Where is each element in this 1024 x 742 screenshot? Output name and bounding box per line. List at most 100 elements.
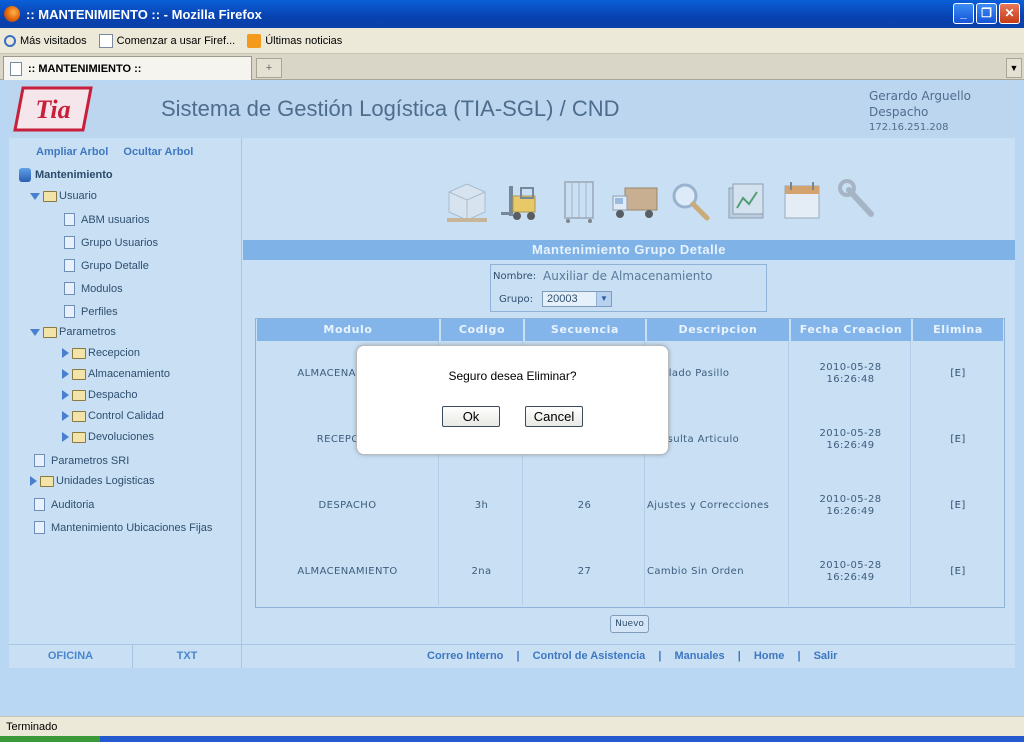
footer-link-manuales[interactable]: Manuales bbox=[674, 650, 724, 662]
tree-item-parametros-sri[interactable]: Parametros SRI bbox=[34, 454, 129, 467]
col-header-codigo[interactable]: Codigo bbox=[441, 319, 523, 341]
app-title: Sistema de Gestión Logística (TIA-SGL) /… bbox=[161, 96, 620, 121]
user-info: Gerardo Arguello Despacho 172.16.251.208 bbox=[869, 88, 971, 136]
tab-bar: :: MANTENIMIENTO :: + ▼ bbox=[0, 54, 1024, 80]
page-icon bbox=[64, 305, 75, 318]
table-row: DESPACHO 3h 26 Ajustes y Correcciones 20… bbox=[256, 473, 1004, 539]
taskbar bbox=[0, 736, 1024, 742]
nombre-label: Nombre: bbox=[493, 271, 537, 282]
tab-mantenimiento[interactable]: :: MANTENIMIENTO :: bbox=[3, 56, 252, 80]
footer-link-home[interactable]: Home bbox=[754, 650, 785, 662]
tree-folder-unidades-logisticas[interactable]: Unidades Logisticas bbox=[30, 475, 154, 487]
tree-item-label: Grupo Detalle bbox=[81, 259, 149, 272]
cancel-button[interactable]: Cancel bbox=[525, 406, 583, 427]
footer-link-control-asistencia[interactable]: Control de Asistencia bbox=[533, 650, 646, 662]
footer-separator: | bbox=[737, 650, 741, 662]
tab-list-button[interactable]: ▼ bbox=[1006, 58, 1022, 78]
status-text: Terminado bbox=[6, 721, 58, 733]
col-header-secuencia[interactable]: Secuencia bbox=[525, 319, 645, 341]
tree-item-label: Mantenimiento Ubicaciones Fijas bbox=[51, 521, 213, 534]
wrench-icon[interactable] bbox=[835, 178, 883, 224]
footer-link-correo-interno[interactable]: Correo Interno bbox=[427, 650, 503, 662]
user-ip: 172.16.251.208 bbox=[869, 122, 949, 133]
tree-item-grupo-usuarios[interactable]: Grupo Usuarios bbox=[64, 236, 158, 249]
expand-tree-link[interactable]: Ampliar Arbol bbox=[36, 146, 108, 158]
delivery-truck-icon[interactable] bbox=[611, 178, 659, 224]
sidebar-tree: Ampliar Arbol Ocultar Arbol Mantenimient… bbox=[9, 138, 242, 644]
cell-fecha-time: 16:26:49 bbox=[826, 506, 875, 517]
bookmark-comenzar[interactable]: Comenzar a usar Firef... bbox=[98, 33, 236, 48]
forklift-icon[interactable] bbox=[499, 178, 547, 224]
table-header: Modulo Codigo Secuencia Descripcion Fech… bbox=[256, 319, 1004, 341]
tree-folder-control-calidad[interactable]: Control Calidad bbox=[62, 410, 164, 422]
bookmark-label: Comenzar a usar Firef... bbox=[116, 34, 236, 47]
tree-item-abm-usuarios[interactable]: ABM usuarios bbox=[64, 213, 149, 226]
cell-descripcion: Ajustes y Correcciones bbox=[647, 473, 789, 539]
col-header-elimina[interactable]: Elimina bbox=[913, 319, 1003, 341]
cell-secuencia: 27 bbox=[525, 539, 645, 605]
folder-chart-icon[interactable] bbox=[723, 178, 771, 224]
page-icon bbox=[64, 236, 75, 249]
tree-item-modulos[interactable]: Modulos bbox=[64, 282, 123, 295]
confirm-delete-dialog: Seguro desea Eliminar? Ok Cancel bbox=[356, 345, 669, 455]
cell-fecha-time: 16:26:48 bbox=[826, 374, 875, 385]
tree-item-label: Almacenamiento bbox=[88, 368, 170, 380]
tree-item-label: Control Calidad bbox=[88, 410, 164, 422]
col-header-descripcion[interactable]: Descripcion bbox=[647, 319, 789, 341]
tree-item-label: Grupo Usuarios bbox=[81, 236, 159, 249]
tree-item-grupo-detalle[interactable]: Grupo Detalle bbox=[64, 259, 149, 272]
calendar-icon[interactable] bbox=[779, 178, 827, 224]
close-button[interactable]: ✕ bbox=[999, 3, 1020, 24]
tree-item-mantenimiento-ubicaciones[interactable]: Mantenimiento Ubicaciones Fijas bbox=[34, 521, 212, 534]
tree-folder-parametros[interactable]: Parametros bbox=[30, 326, 116, 338]
maximize-button[interactable]: ❐ bbox=[976, 3, 997, 24]
ok-button[interactable]: Ok bbox=[442, 406, 500, 427]
table-row: ALMACENAMIENTO 2na 27 Cambio Sin Orden 2… bbox=[256, 539, 1004, 605]
hide-tree-link[interactable]: Ocultar Arbol bbox=[123, 146, 193, 158]
txt-link[interactable]: TXT bbox=[133, 645, 242, 668]
tree-folder-almacenamiento[interactable]: Almacenamiento bbox=[62, 368, 170, 380]
delete-link[interactable]: [E] bbox=[913, 473, 1003, 539]
tree-item-label: ABM usuarios bbox=[81, 213, 150, 226]
grupo-select[interactable]: 20003 ▼ bbox=[542, 291, 612, 307]
bookmark-ultimas-noticias[interactable]: Últimas noticias bbox=[247, 33, 342, 48]
app-header: Tia Sistema de Gestión Logística (TIA-SG… bbox=[9, 82, 1015, 138]
cell-fecha-date: 2010-05-28 bbox=[819, 560, 882, 571]
delete-link[interactable]: [E] bbox=[913, 407, 1003, 473]
cell-codigo: 3h bbox=[441, 473, 523, 539]
oficina-link[interactable]: OFICINA bbox=[9, 645, 133, 668]
cell-fecha: 2010-05-28 16:26:48 bbox=[791, 341, 911, 407]
cell-fecha-date: 2010-05-28 bbox=[819, 428, 882, 439]
tree-folder-recepcion[interactable]: Recepcion bbox=[62, 347, 140, 359]
delete-link[interactable]: [E] bbox=[913, 539, 1003, 605]
cell-fecha-time: 16:26:49 bbox=[826, 440, 875, 451]
tree-item-label: Perfiles bbox=[81, 305, 118, 318]
tree-folder-usuario[interactable]: Usuario bbox=[30, 190, 97, 202]
minimize-button[interactable]: _ bbox=[953, 3, 974, 24]
new-tab-button[interactable]: + bbox=[256, 58, 282, 78]
delete-link[interactable]: [E] bbox=[913, 341, 1003, 407]
tree-folder-devoluciones[interactable]: Devoluciones bbox=[62, 431, 154, 443]
pallet-boxes-icon[interactable] bbox=[443, 178, 491, 224]
folder-icon bbox=[40, 475, 54, 487]
col-header-fecha-creacion[interactable]: Fecha Creacion bbox=[791, 319, 911, 341]
window-title: :: MANTENIMIENTO :: - Mozilla Firefox bbox=[26, 6, 262, 22]
tree-item-perfiles[interactable]: Perfiles bbox=[64, 305, 118, 318]
grupo-label: Grupo: bbox=[499, 294, 534, 305]
page-icon bbox=[64, 213, 75, 226]
tree-item-label: Auditoria bbox=[51, 498, 95, 511]
magnifier-icon[interactable] bbox=[667, 178, 715, 224]
folder-icon bbox=[72, 389, 86, 401]
col-header-modulo[interactable]: Modulo bbox=[257, 319, 439, 341]
rack-cage-icon[interactable] bbox=[555, 178, 603, 224]
nuevo-button[interactable]: Nuevo bbox=[610, 615, 649, 633]
start-button[interactable] bbox=[0, 736, 100, 742]
tree-folder-despacho[interactable]: Despacho bbox=[62, 389, 138, 401]
tree-root-mantenimiento[interactable]: Mantenimiento bbox=[19, 168, 113, 182]
folder-icon bbox=[72, 431, 86, 443]
bookmarks-toolbar: Más visitados Comenzar a usar Firef... Ú… bbox=[0, 28, 1024, 54]
footer-link-salir[interactable]: Salir bbox=[814, 650, 838, 662]
tree-item-auditoria[interactable]: Auditoria bbox=[34, 498, 94, 511]
page-icon bbox=[64, 259, 75, 272]
bookmark-mas-visitados[interactable]: Más visitados bbox=[4, 34, 87, 47]
